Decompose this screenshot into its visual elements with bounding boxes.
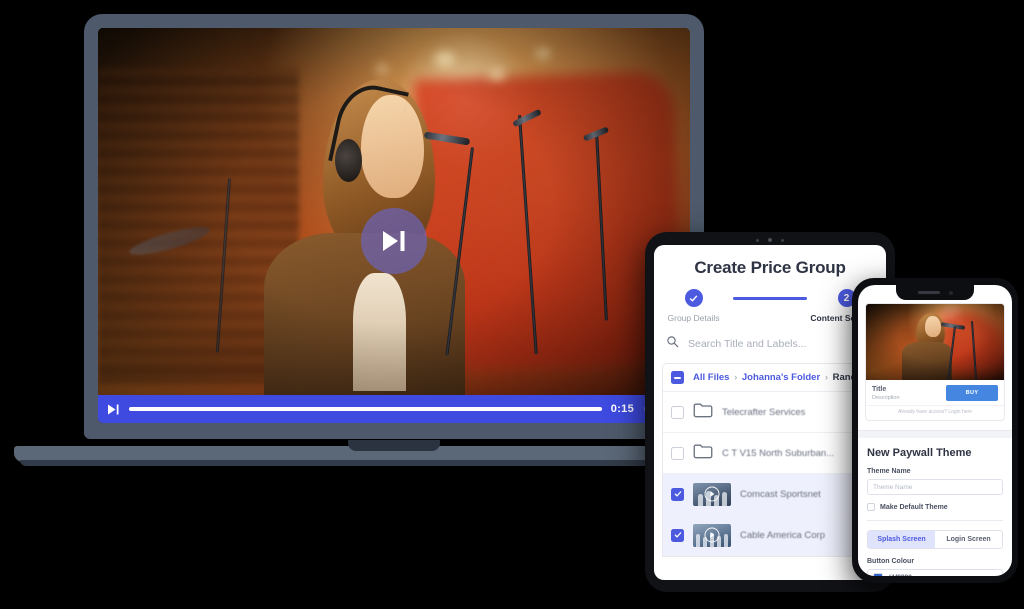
file-name: Telecrafter Services [722, 406, 806, 418]
screen-tabs: Splash Screen Login Screen [867, 530, 1003, 549]
phone-notch [896, 285, 974, 300]
sensor-dot [756, 238, 759, 242]
list-item[interactable]: C T V15 North Suburban... [663, 433, 877, 474]
form-divider [867, 520, 1003, 521]
search-input[interactable]: Search Title and Labels... [688, 338, 807, 350]
page-title: Create Price Group [694, 258, 846, 277]
video-player-controls[interactable]: 0:15 [98, 395, 690, 423]
search-icon [666, 335, 679, 353]
preview-description: Description [872, 394, 900, 401]
laptop-lid: 0:15 [84, 14, 704, 439]
tablet-sensor-dots [756, 238, 784, 242]
video-player-scene[interactable] [98, 28, 690, 423]
camera-dot [768, 238, 772, 242]
theme-name-label: Theme Name [867, 468, 911, 475]
theme-name-input[interactable]: Theme Name [867, 479, 1003, 495]
paywall-theme-form: New Paywall Theme Theme Name Theme Name … [858, 438, 1012, 576]
tab-splash-screen[interactable]: Splash Screen [868, 531, 935, 548]
make-default-theme-label: Make Default Theme [880, 503, 948, 511]
breadcrumb-separator: › [824, 372, 828, 383]
preview-login-link[interactable]: Already have access? Login here [866, 405, 1004, 420]
breadcrumb-folder[interactable]: Johanna's Folder [742, 372, 820, 383]
tab-login-screen[interactable]: Login Screen [935, 531, 1002, 548]
breadcrumb-root[interactable]: All Files [693, 372, 729, 383]
breadcrumb-separator: › [734, 372, 738, 383]
colour-swatch [873, 572, 883, 576]
sensor-dot [781, 238, 784, 242]
paywall-preview-card: Title Description BUY Already have acces… [865, 303, 1005, 421]
make-default-theme-checkbox[interactable]: Make Default Theme [867, 503, 1003, 511]
overlay-play-next-icon[interactable] [361, 208, 427, 275]
play-next-icon[interactable] [107, 403, 120, 416]
button-colour-value: #1f8990 [888, 574, 986, 576]
current-time: 0:15 [610, 403, 634, 415]
row-checkbox[interactable] [671, 446, 684, 460]
section-divider [858, 430, 1012, 438]
phone-body: Title Description BUY Already have acces… [852, 278, 1018, 583]
video-thumbnail [693, 523, 731, 547]
file-name: Comcast Sportsnet [740, 488, 821, 500]
list-item[interactable]: Comcast Sportsnet [663, 474, 877, 515]
laptop-device: 0:15 [14, 14, 774, 466]
progress-bar[interactable] [129, 407, 602, 411]
button-colour-select[interactable]: #1f8990 [867, 569, 1003, 576]
front-camera-icon [948, 290, 953, 295]
folder-icon [693, 402, 713, 423]
list-item[interactable]: Telecrafter Services [663, 392, 877, 433]
device-mockup-scene: 0:15 Create Price Group Group Details 2 … [0, 0, 1024, 609]
file-browser-panel: All Files › Johanna's Folder › Random Te… [662, 363, 878, 557]
row-checkbox-checked[interactable] [671, 487, 684, 501]
stepper-connector [733, 297, 807, 300]
stepper-step-group-details[interactable]: Group Details [654, 289, 733, 323]
list-item[interactable]: Cable America Corp [663, 515, 877, 556]
phone-device: Title Description BUY Already have acces… [852, 278, 1018, 583]
phone-screen: Title Description BUY Already have acces… [858, 285, 1012, 576]
preview-title: Title [872, 385, 887, 393]
folder-icon [693, 443, 713, 464]
file-name: Cable America Corp [740, 529, 826, 541]
row-checkbox[interactable] [671, 405, 684, 419]
indeterminate-checkbox-icon[interactable] [671, 371, 684, 384]
file-name: C T V15 North Suburban... [722, 447, 835, 459]
button-colour-label: Button Colour [867, 558, 915, 565]
buy-button[interactable]: BUY [946, 385, 998, 401]
breadcrumb[interactable]: All Files › Johanna's Folder › Random [663, 364, 877, 392]
checkbox-box[interactable] [867, 503, 875, 511]
step-label: Group Details [667, 313, 720, 323]
preview-video-thumbnail [866, 304, 1004, 380]
laptop-screen: 0:15 [98, 28, 690, 423]
row-checkbox-checked[interactable] [671, 528, 684, 542]
form-heading: New Paywall Theme [867, 447, 972, 459]
step-marker-done [684, 289, 703, 307]
video-thumbnail [693, 482, 731, 506]
preview-meta: Title Description BUY [866, 380, 1004, 405]
speaker-grill [917, 291, 940, 294]
